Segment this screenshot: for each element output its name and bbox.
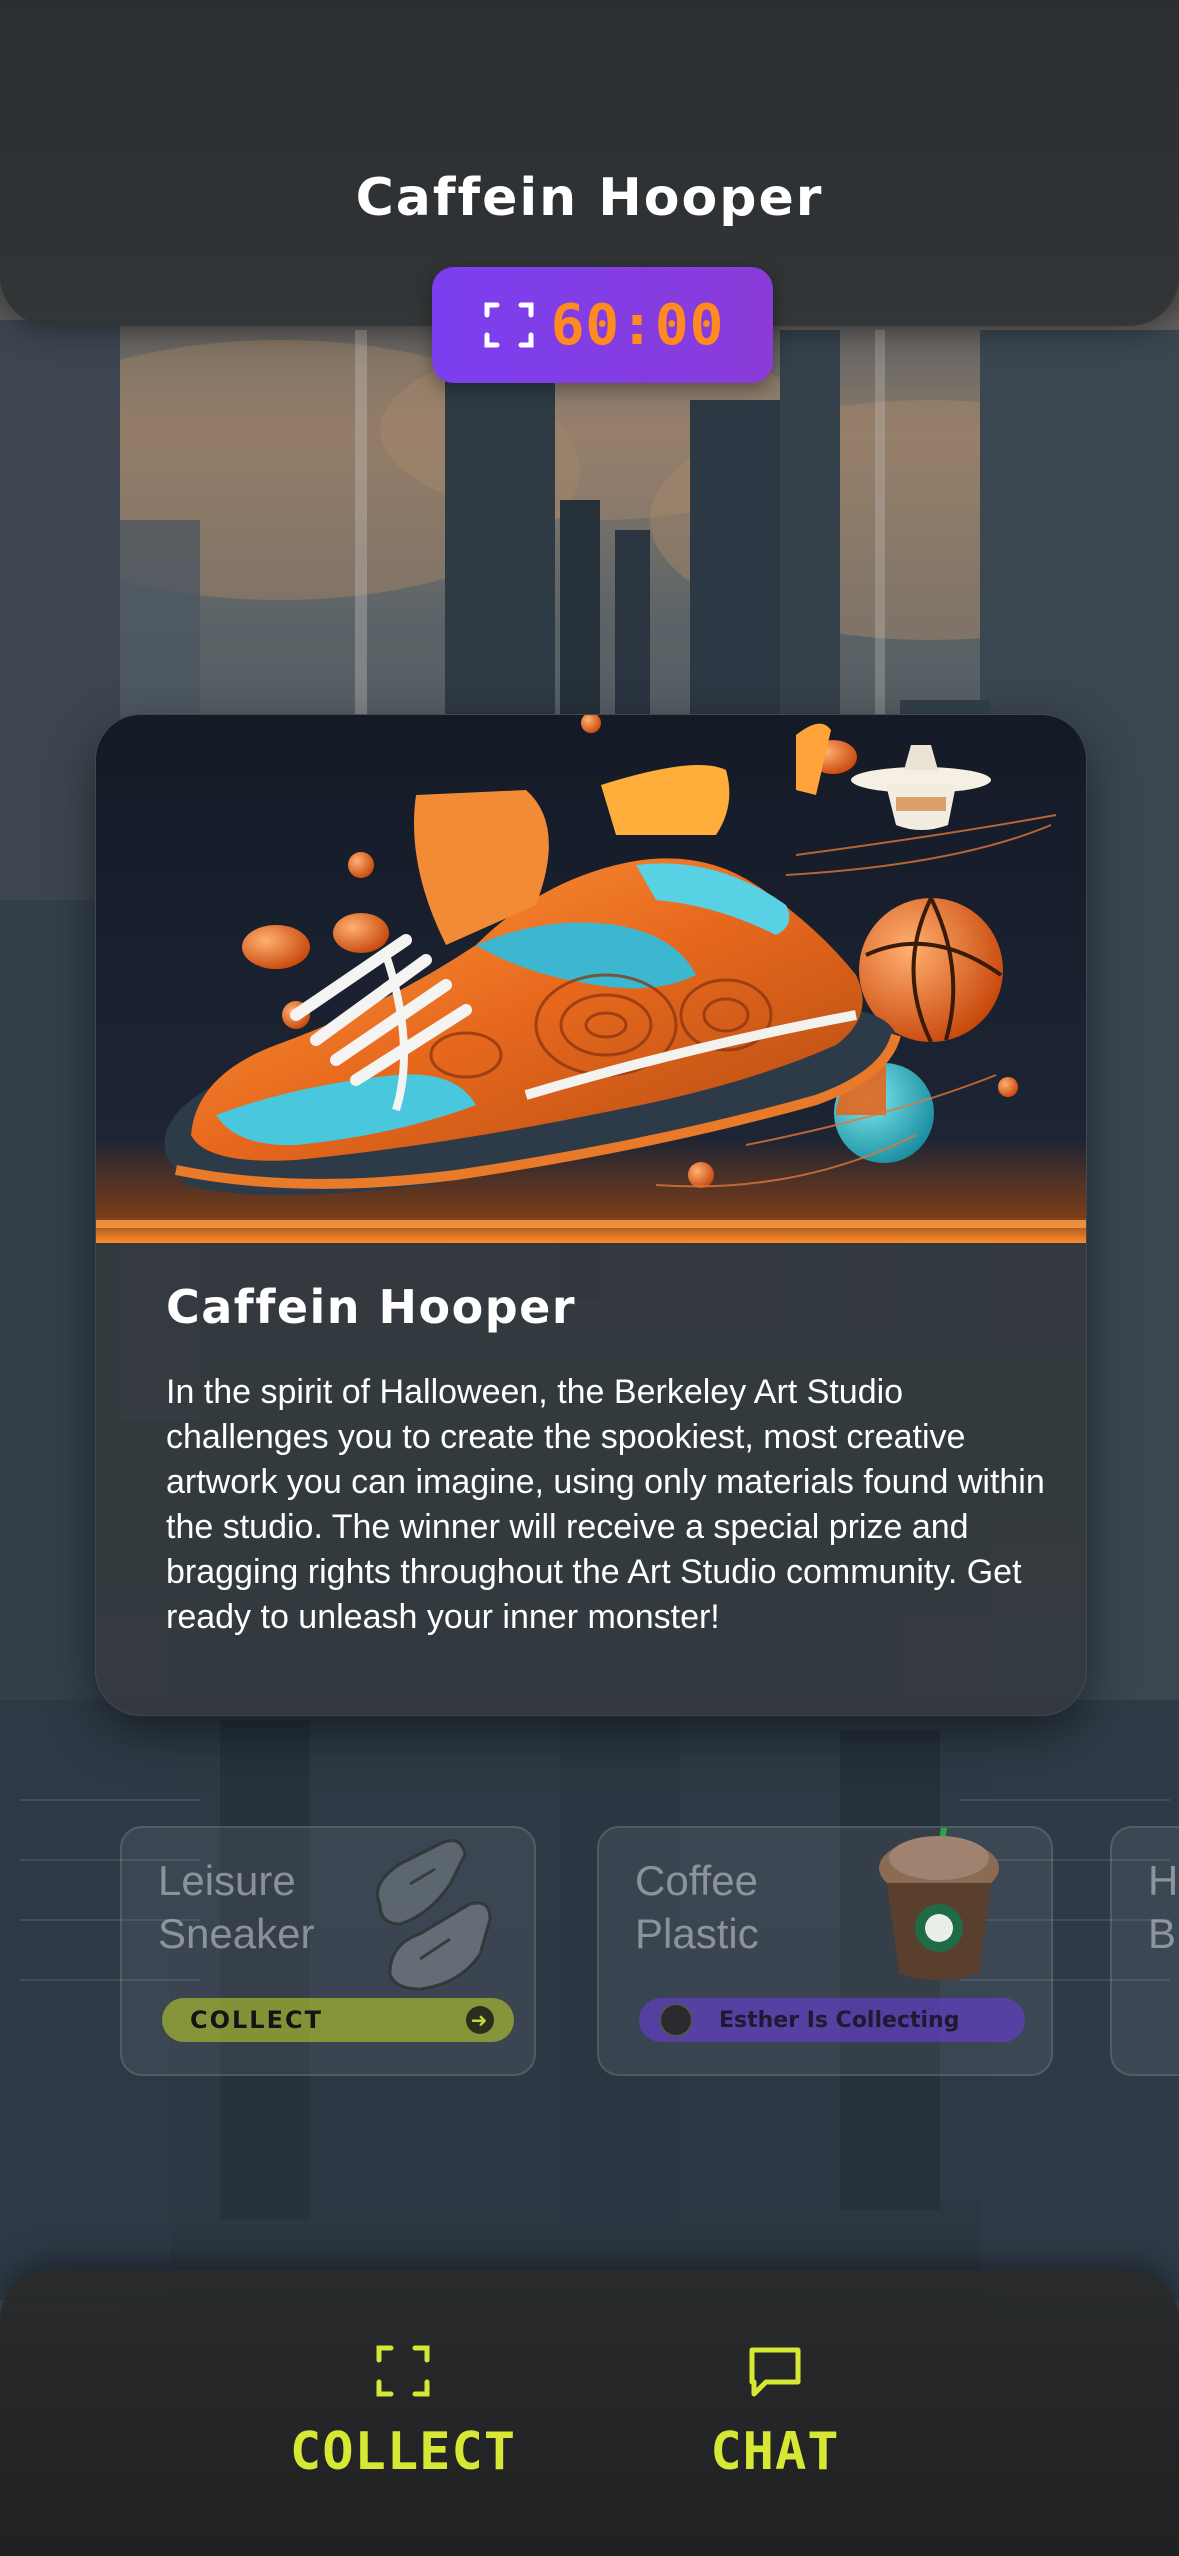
coffee-cup-image [879,1828,999,1981]
nav-collect-label: COLLECT [289,2422,517,2482]
timer-badge: 60:00 [432,267,773,383]
bottom-navigation: COLLECT CHAT [0,2270,1179,2556]
arrow-right-icon: ➜ [466,2006,494,2034]
sneaker-artwork-image [96,715,1086,1243]
challenge-card[interactable]: Caffein Hooper In the spirit of Hallowee… [95,714,1087,1716]
nav-chat-button[interactable]: CHAT [710,2342,840,2482]
sneaker-sketch-image [376,1839,492,1991]
collect-pill-label: COLLECT [190,2006,323,2034]
collect-pill-button[interactable]: COLLECT ➜ [162,1998,514,2042]
nav-collect-button[interactable]: COLLECT [290,2342,516,2482]
page-title: Caffein Hooper [355,168,824,228]
item-title: Coffee Plastic [635,1857,759,1957]
item-card-leisure-sneaker[interactable]: Leisure Sneaker COLLECT ➜ [120,1826,536,2076]
item-card-coffee-plastic[interactable]: Coffee Plastic Esther Is Collecting [597,1826,1053,2076]
scan-frame-icon [484,302,534,348]
chat-bubble-icon [749,2347,801,2397]
card-title: Caffein Hooper [166,1280,577,1334]
avatar [659,2003,693,2037]
card-description: In the spirit of Halloween, the Berkeley… [166,1373,1045,1636]
collecting-status-pill: Esther Is Collecting [639,1998,1025,2042]
collecting-status-label: Esther Is Collecting [719,2007,960,2033]
item-card-partial[interactable]: H B [1110,1826,1179,2076]
item-title: H B [1148,1857,1179,1957]
item-title: Leisure Sneaker [158,1857,315,1957]
timer-value: 60:00 [550,292,725,358]
scan-frame-icon [376,2345,430,2397]
nav-chat-label: CHAT [710,2422,840,2482]
